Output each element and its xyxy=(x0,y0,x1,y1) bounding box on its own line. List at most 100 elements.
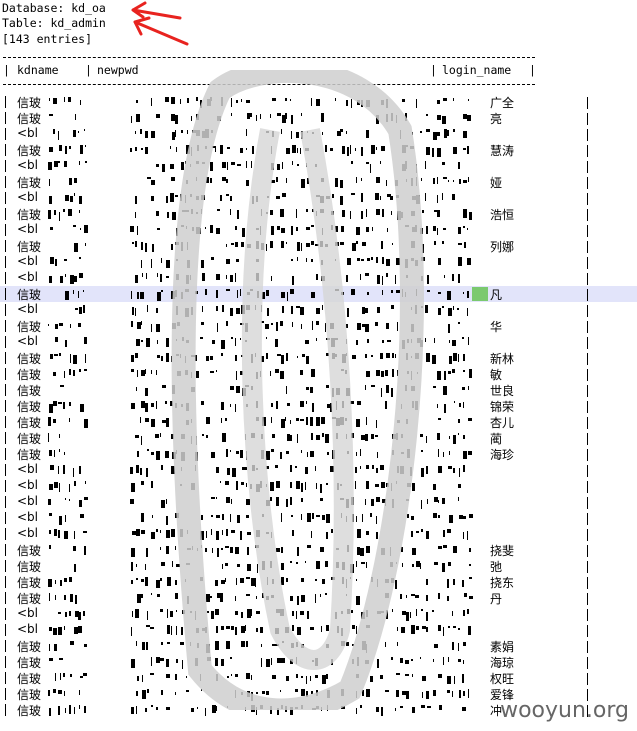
row-border-left xyxy=(5,512,6,524)
table-row[interactable]: 信玻 海珍 xyxy=(0,446,637,462)
redacted-password xyxy=(130,513,430,525)
kdname-cell: <bl xyxy=(17,622,39,636)
table-separator-mid xyxy=(3,84,535,85)
row-border-right xyxy=(587,465,588,477)
table-row[interactable]: 信玻 亮 xyxy=(0,110,637,126)
table-row[interactable]: 信玻 素娟 xyxy=(0,638,637,654)
table-row[interactable]: 信玻 世良 xyxy=(0,382,637,398)
redacted-cell xyxy=(48,577,88,587)
table-row[interactable]: <bl xyxy=(0,478,637,494)
table-row[interactable]: 信玻 慧涛 xyxy=(0,142,637,158)
row-border-right xyxy=(587,609,588,621)
row-border-left xyxy=(5,496,6,508)
redacted-cell xyxy=(48,561,88,572)
redacted-cell xyxy=(432,161,472,171)
redacted-cell xyxy=(432,561,472,572)
table-row[interactable]: 信玻 锦荣 xyxy=(0,398,637,414)
table-row[interactable]: 信玻 弛 xyxy=(0,558,637,574)
redacted-cell xyxy=(432,593,473,603)
table-row[interactable]: 信玻 华 xyxy=(0,318,637,334)
login-name-cell: 弛 xyxy=(490,560,503,574)
row-border-right xyxy=(587,337,588,349)
kdname-cell: 信玻 xyxy=(17,704,42,718)
login-name-cell: 素娟 xyxy=(490,640,515,654)
table-row[interactable]: 信玻 敏 xyxy=(0,366,637,382)
redacted-cell xyxy=(48,305,88,315)
table-row[interactable]: <bl xyxy=(0,526,637,542)
table-row[interactable]: 信玻 新林 xyxy=(0,350,637,366)
login-name-cell: 列娜 xyxy=(490,240,515,254)
row-border-right xyxy=(587,273,588,285)
table-row[interactable]: 信玻 凡 xyxy=(0,286,637,302)
login-name-cell: 权旺 xyxy=(490,672,515,686)
table-line: Table: kd_admin xyxy=(2,16,106,30)
table-row[interactable]: 信玻 挠东 xyxy=(0,574,637,590)
login-name-cell: 海琼 xyxy=(490,656,515,670)
table-row[interactable]: <bl xyxy=(0,606,637,622)
login-name-cell: 敏 xyxy=(490,368,503,382)
table-row[interactable]: 信玻 蔺 xyxy=(0,430,637,446)
row-border-right xyxy=(587,321,588,333)
row-border-right xyxy=(587,97,588,109)
row-border-right xyxy=(587,529,588,541)
table-row[interactable]: 信玻 海琼 xyxy=(0,654,637,670)
row-border-left xyxy=(5,192,6,204)
redacted-cell xyxy=(432,705,472,715)
row-border-left xyxy=(5,160,6,172)
login-name-cell: 杏儿 xyxy=(490,416,515,430)
row-border-left xyxy=(5,688,6,700)
row-border-left xyxy=(5,240,6,252)
kdname-cell: <bl xyxy=(17,494,39,508)
table-row[interactable]: <bl xyxy=(0,494,637,510)
kdname-cell: 信玻 xyxy=(17,640,42,654)
redacted-password xyxy=(130,321,430,332)
redacted-cell xyxy=(432,177,472,187)
table-row[interactable]: <bl xyxy=(0,270,637,286)
redacted-password xyxy=(130,305,430,317)
redacted-password xyxy=(130,145,430,156)
table-row[interactable]: 信玻 广全 xyxy=(0,94,637,110)
redacted-cell xyxy=(432,241,472,251)
redacted-cell xyxy=(432,625,472,636)
redacted-password xyxy=(130,657,430,669)
table-row[interactable]: 信玻 娅 xyxy=(0,174,637,190)
redacted-password xyxy=(130,225,430,237)
row-border-right xyxy=(587,177,588,189)
col-login-name: login_name xyxy=(442,63,512,77)
table-row[interactable]: <bl xyxy=(0,462,637,478)
redacted-password xyxy=(130,705,431,716)
redacted-password xyxy=(130,465,430,477)
kdname-cell: 信玻 xyxy=(17,144,42,158)
redacted-password xyxy=(130,113,430,124)
row-border-left xyxy=(5,480,6,492)
table-row[interactable]: <bl xyxy=(0,190,637,206)
table-row[interactable]: <bl xyxy=(0,622,637,638)
table-row[interactable]: 信玻 权旺 xyxy=(0,670,637,686)
table-row[interactable]: <bl xyxy=(0,158,637,174)
redacted-cell xyxy=(48,449,88,459)
redacted-cell xyxy=(48,593,88,604)
table-row[interactable]: 信玻 列娜 xyxy=(0,238,637,254)
table-row[interactable]: <bl xyxy=(0,254,637,270)
redacted-password xyxy=(130,241,430,253)
redacted-cell xyxy=(432,657,472,667)
table-row[interactable]: 信玻 丹 xyxy=(0,590,637,606)
row-border-left xyxy=(5,128,6,140)
kdname-cell: <bl xyxy=(17,158,39,172)
redacted-password xyxy=(130,497,430,509)
redacted-cell xyxy=(432,193,472,203)
row-border-left xyxy=(5,448,6,460)
table-row[interactable]: 信玻 挠斐 xyxy=(0,542,637,558)
kdname-cell: 信玻 xyxy=(17,112,42,126)
table-row[interactable]: <bl xyxy=(0,222,637,238)
table-row[interactable]: 信玻 杏儿 xyxy=(0,414,637,430)
table-row[interactable]: <bl xyxy=(0,302,637,318)
table-row[interactable]: 信玻 浩恒 xyxy=(0,206,637,222)
row-border-left xyxy=(5,592,6,604)
table-row[interactable]: <bl xyxy=(0,126,637,142)
login-name-cell: 凡 xyxy=(490,288,503,302)
row-border-right xyxy=(587,561,588,573)
table-row[interactable]: <bl xyxy=(0,510,637,526)
table-row[interactable]: <bl xyxy=(0,334,637,350)
redacted-cell xyxy=(432,273,472,283)
